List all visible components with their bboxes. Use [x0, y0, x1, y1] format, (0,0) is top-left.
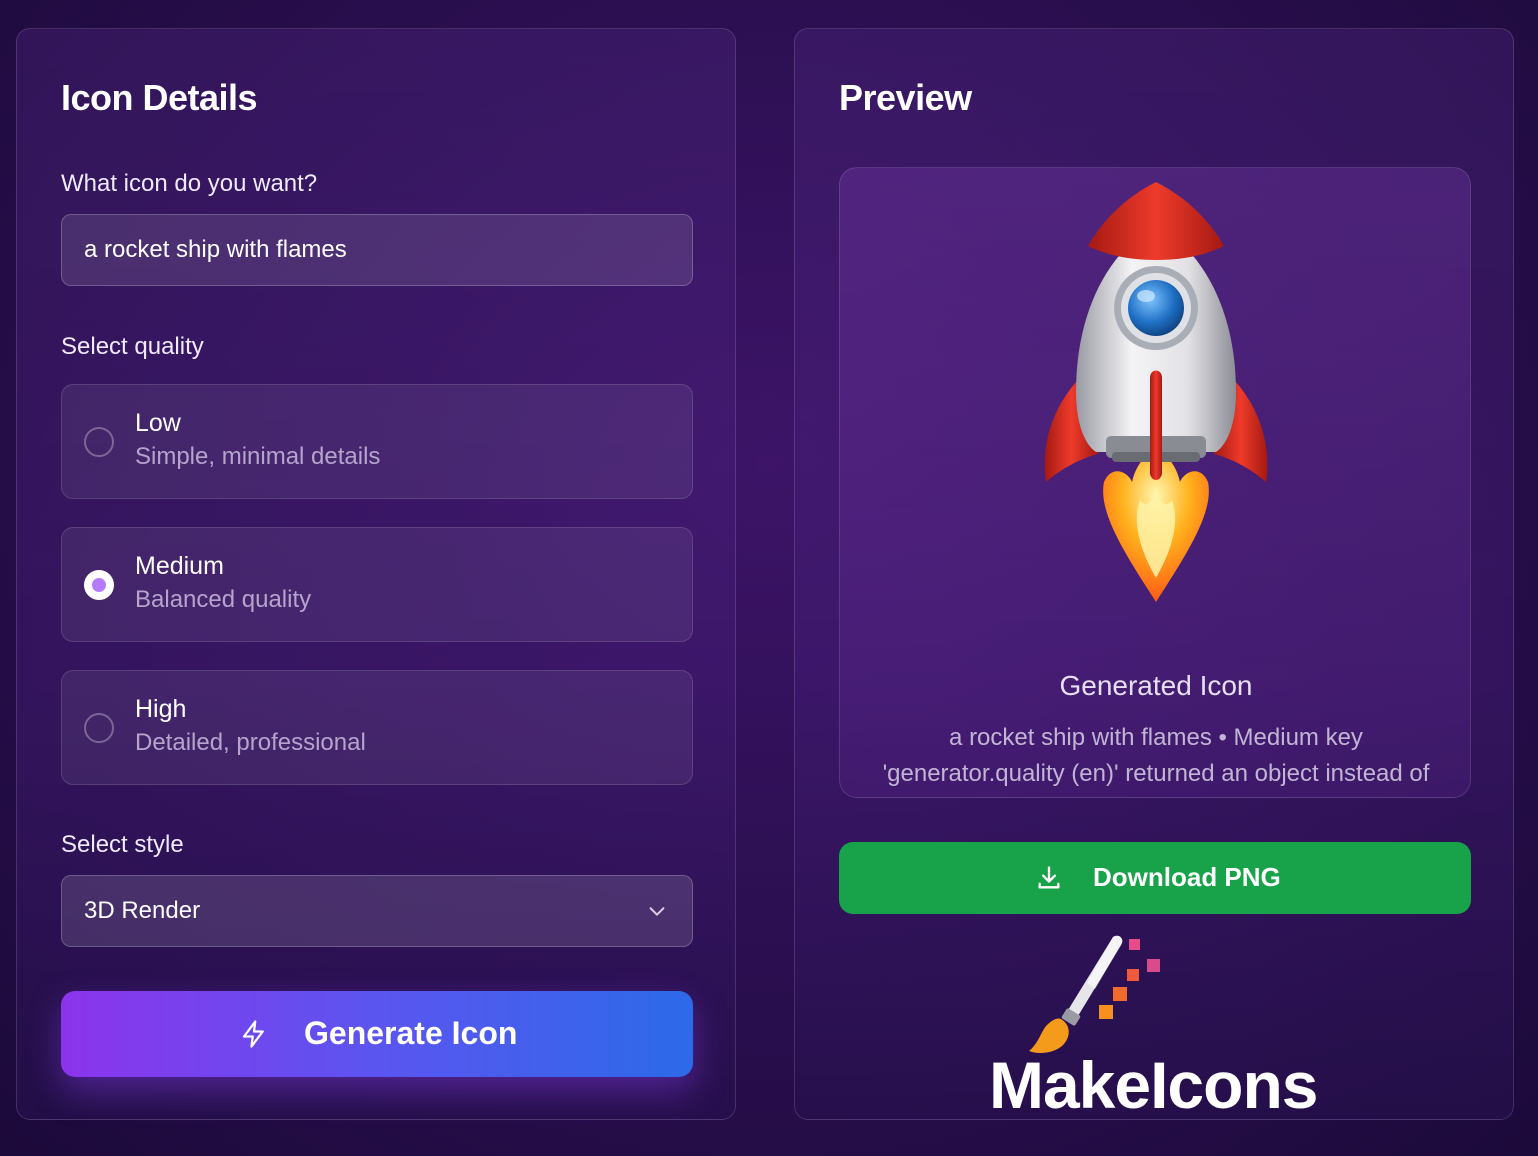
quality-option-title: Medium [135, 552, 224, 580]
paintbrush-logo-icon [1029, 935, 1160, 1053]
prompt-input[interactable] [61, 214, 693, 286]
quality-option-medium[interactable]: Medium Balanced quality [61, 527, 693, 642]
quality-radio-high[interactable] [84, 713, 114, 743]
generate-icon-button[interactable]: Generate Icon [61, 991, 693, 1077]
caption-line-1: a rocket ship with flames • Medium key [949, 724, 1363, 751]
generated-icon-title: Generated Icon [1059, 670, 1253, 701]
style-select[interactable]: 3D Render [61, 875, 693, 947]
icon-details-panel: Icon Details What icon do you want? Sele… [16, 28, 736, 1120]
preview-panel: Preview Generated Icon a rocket ship wit… [794, 28, 1514, 1122]
lightning-icon [242, 1020, 264, 1048]
quality-option-title: High [135, 695, 187, 723]
generate-icon-label: Generate Icon [304, 1015, 518, 1051]
download-png-label: Download PNG [1093, 862, 1281, 892]
preview-title: Preview [839, 77, 972, 118]
quality-option-desc: Detailed, professional [135, 729, 366, 756]
preview-box: Generated Icon a rocket ship with flames… [839, 167, 1471, 798]
rocket-image [1044, 182, 1268, 602]
icon-details-title: Icon Details [61, 77, 258, 118]
quality-label: Select quality [61, 333, 204, 360]
brand-logo-text: MakeIcons [989, 1048, 1318, 1122]
style-label: Select style [61, 831, 184, 858]
style-select-value: 3D Render [84, 897, 201, 924]
chevron-down-icon [649, 907, 665, 916]
download-icon [1038, 866, 1060, 889]
prompt-label: What icon do you want? [61, 170, 318, 197]
quality-option-desc: Simple, minimal details [135, 443, 381, 470]
quality-radio-medium[interactable] [84, 570, 114, 600]
quality-option-high[interactable]: High Detailed, professional [61, 670, 693, 785]
quality-radio-low[interactable] [84, 427, 114, 457]
generated-icon-caption: a rocket ship with flames • Medium key '… [840, 720, 1470, 792]
download-png-button[interactable]: Download PNG [839, 842, 1471, 914]
quality-option-title: Low [135, 409, 181, 437]
quality-option-low[interactable]: Low Simple, minimal details [61, 384, 693, 499]
caption-line-2: 'generator.quality (en)' returned an obj… [882, 760, 1430, 787]
quality-option-desc: Balanced quality [135, 586, 312, 613]
